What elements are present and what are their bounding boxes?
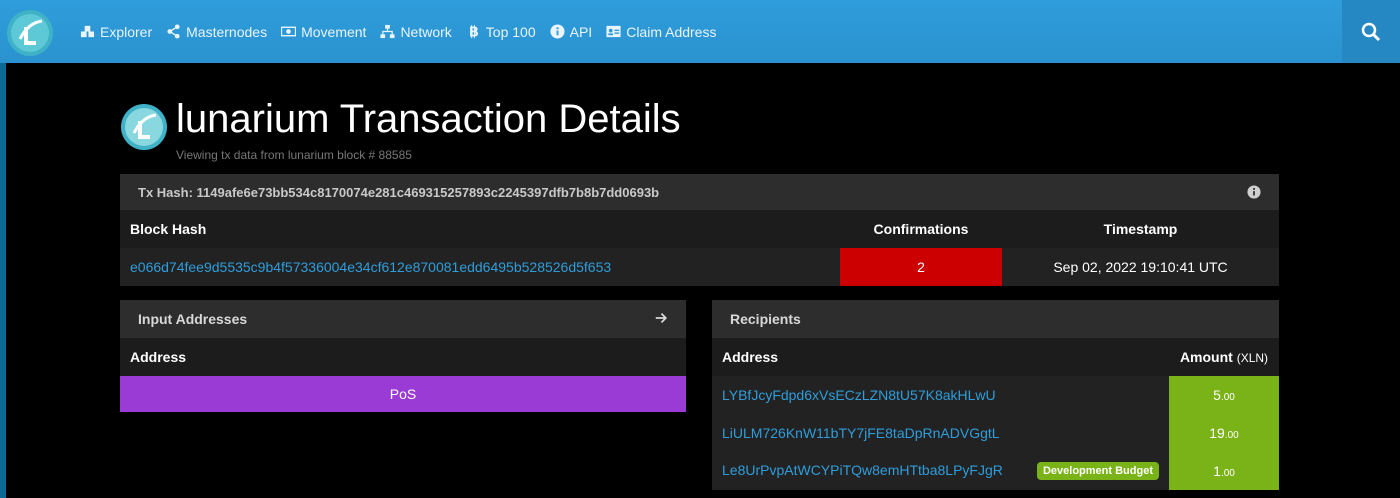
svg-text:B: B (469, 26, 479, 39)
recipient-address-link[interactable]: LiULM726KnW11bTY7jFE8taDpRnADVGgtL (722, 425, 1000, 441)
amount-int: 5 (1213, 387, 1221, 403)
input-addresses-header: Input Addresses (120, 300, 686, 338)
block-hash-cell: e066d74fee9d5535c9b4f57336004e34cf612e87… (120, 248, 840, 286)
block-hash-link[interactable]: e066d74fee9d5535c9b4f57336004e34cf612e87… (130, 259, 611, 275)
amount-header-label: Amount (1179, 349, 1233, 365)
recipient-address-cell: Le8UrPvpAtWCYPiTQw8emHTtba8LPyFJgR Develo… (712, 452, 1169, 490)
info-circle-icon (550, 24, 565, 39)
tx-hash: Tx Hash: 1149afe6e73bb534c8170074e281c46… (138, 184, 660, 200)
recipients-title: Recipients (730, 311, 801, 327)
cubes-icon (80, 25, 95, 38)
amount-int: 1 (1213, 463, 1221, 479)
bitcoin-icon: B (469, 24, 479, 39)
nav-explorer[interactable]: Explorer (80, 24, 152, 40)
confirmations-value: 2 (840, 248, 1002, 286)
nav-network[interactable]: Network (380, 23, 452, 40)
recipient-address-header: Address (712, 338, 1169, 376)
nav-api-label: API (569, 23, 593, 40)
tx-table-header: Block Hash Confirmations Timestamp (120, 210, 1279, 248)
lunarium-logo-icon (121, 104, 167, 150)
timestamp-header: Timestamp (1002, 210, 1279, 248)
table-row: Le8UrPvpAtWCYPiTQw8emHTtba8LPyFJgR Develo… (712, 452, 1279, 490)
block-hash-header: Block Hash (120, 210, 840, 248)
recipient-amount: 19.00 (1169, 414, 1279, 452)
main-content: lunarium Transaction Details Viewing tx … (6, 63, 1400, 498)
nav-network-label: Network (400, 23, 452, 40)
search-button[interactable] (1342, 0, 1400, 63)
nav-movement[interactable]: Movement (281, 24, 366, 40)
nav-top100-label: Top 100 (485, 23, 536, 40)
nav-claim-address-label: Claim Address (626, 23, 717, 40)
input-address-pos: PoS (120, 376, 686, 412)
tx-hash-header: Tx Hash: 1149afe6e73bb534c8170074e281c46… (120, 174, 1279, 210)
address-card-icon (606, 25, 621, 38)
recipients-header: Recipients (712, 300, 1279, 338)
table-row: LYBfJcyFdpd6xVsECzLZN8tU57K8akHLwU 5.00 (712, 376, 1279, 414)
recipients-table: Address Amount (XLN) LYBfJcyFdpd6xVsECzL… (712, 338, 1279, 490)
amount-dec: .00 (1220, 468, 1235, 479)
navbar: Explorer Masternodes Movement Network B … (0, 0, 1400, 63)
nav-explorer-label: Explorer (100, 23, 153, 40)
nav-masternodes-label: Masternodes (186, 23, 268, 40)
page-title: lunarium Transaction Details (176, 97, 681, 141)
recipient-amount: 5.00 (1169, 376, 1279, 414)
confirmations-header: Confirmations (840, 210, 1002, 248)
sitemap-icon (380, 24, 395, 39)
arrow-right-icon[interactable] (654, 311, 668, 325)
amount-dec: .00 (1224, 430, 1239, 441)
tx-table: Block Hash Confirmations Timestamp e066d… (120, 210, 1279, 286)
nav-masternodes[interactable]: Masternodes (166, 24, 267, 40)
nav-movement-label: Movement (301, 23, 367, 40)
recipient-address-link[interactable]: LYBfJcyFdpd6xVsECzLZN8tU57K8akHLwU (722, 387, 996, 403)
recipients-table-header: Address Amount (XLN) (712, 338, 1279, 376)
search-icon (1361, 22, 1381, 41)
amount-int: 19 (1209, 425, 1225, 441)
nav-api[interactable]: API (550, 23, 593, 40)
input-addresses-panel: Input Addresses Address PoS (120, 300, 686, 412)
tx-panel: Tx Hash: 1149afe6e73bb534c8170074e281c46… (120, 174, 1279, 286)
recipient-address-cell: LiULM726KnW11bTY7jFE8taDpRnADVGgtL (712, 414, 1169, 452)
recipients-panel: Recipients Address Amount (XLN) LYBfJcyF… (712, 300, 1279, 490)
amount-dec: .00 (1220, 392, 1235, 403)
recipient-amount: 1.00 (1169, 452, 1279, 490)
recipient-address-link[interactable]: Le8UrPvpAtWCYPiTQw8emHTtba8LPyFJgR (722, 462, 1003, 478)
amount-header: Amount (XLN) (1169, 338, 1279, 376)
money-icon (281, 26, 297, 37)
recipient-address-cell: LYBfJcyFdpd6xVsECzLZN8tU57K8akHLwU (712, 376, 1169, 414)
input-addresses-title: Input Addresses (138, 311, 248, 327)
development-budget-badge: Development Budget (1036, 462, 1159, 480)
page-subtitle: Viewing tx data from lunarium block # 88… (176, 148, 412, 162)
amount-unit: (XLN) (1236, 351, 1269, 365)
timestamp-value: Sep 02, 2022 19:10:41 UTC (1002, 248, 1279, 286)
nav-claim-address[interactable]: Claim Address (606, 24, 716, 40)
nav-top100[interactable]: B Top 100 (466, 24, 536, 40)
lunarium-logo-icon[interactable] (6, 9, 54, 57)
table-row: e066d74fee9d5535c9b4f57336004e34cf612e87… (120, 248, 1279, 286)
input-address-column-header: Address (120, 338, 686, 376)
nav-links: Explorer Masternodes Movement Network B … (80, 0, 730, 63)
info-circle-icon[interactable] (1247, 185, 1261, 199)
table-row: LiULM726KnW11bTY7jFE8taDpRnADVGgtL 19.00 (712, 414, 1279, 452)
share-icon (167, 24, 180, 39)
